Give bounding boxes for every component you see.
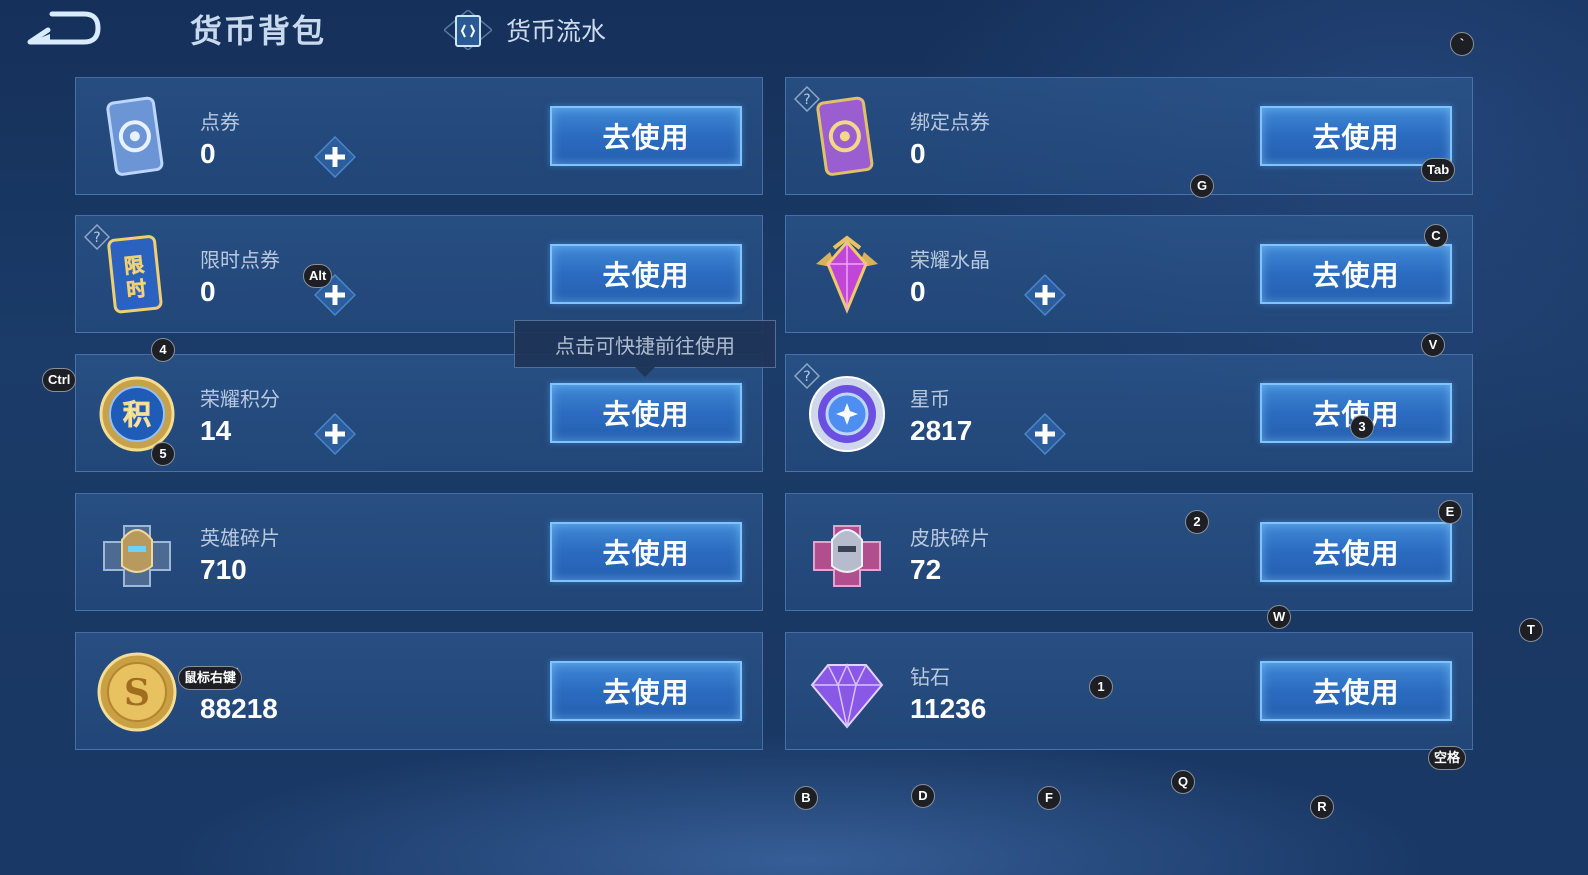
points-badge-text: 积 bbox=[123, 398, 151, 431]
hotkey-badge: T bbox=[1519, 618, 1543, 642]
use-button[interactable]: 去使用 bbox=[1260, 244, 1452, 304]
currency-name: 钻石 bbox=[910, 665, 950, 689]
back-button[interactable] bbox=[22, 8, 102, 48]
currency-name: 荣耀积分 bbox=[200, 387, 280, 411]
flow-card-icon bbox=[444, 10, 492, 50]
use-button[interactable]: 去使用 bbox=[1260, 522, 1452, 582]
skin-fragment-icon bbox=[813, 525, 881, 587]
hotkey-badge: 4 bbox=[151, 338, 175, 362]
currency-card-skin-fragment: 皮肤碎片 72 去使用 bbox=[785, 493, 1473, 611]
add-ticket-button[interactable] bbox=[314, 136, 356, 178]
hotkey-badge: D bbox=[911, 784, 935, 808]
currency-card-diamond: 钻石 11236 去使用 bbox=[785, 632, 1473, 750]
use-button[interactable]: 去使用 bbox=[550, 661, 742, 721]
currency-card-star-coin: ? 星币 2817 去使用 bbox=[785, 354, 1473, 472]
currency-name: 荣耀水晶 bbox=[910, 248, 990, 272]
currency-name: 英雄碎片 bbox=[200, 526, 280, 550]
ticket-icon bbox=[106, 96, 164, 176]
limited-badge-text-2: 时 bbox=[125, 276, 147, 302]
currency-amount: 0 bbox=[910, 138, 926, 169]
use-button[interactable]: 去使用 bbox=[550, 522, 742, 582]
hotkey-badge: B bbox=[794, 786, 818, 810]
gold-coin-icon: S bbox=[97, 652, 177, 732]
currency-name: 限时点券 bbox=[200, 248, 280, 272]
hotkey-badge: 3 bbox=[1350, 415, 1374, 439]
limited-ticket-icon: 限 时 bbox=[107, 235, 163, 314]
hotkey-badge: Q bbox=[1171, 770, 1195, 794]
hotkey-badge: 2 bbox=[1185, 510, 1209, 534]
hotkey-badge: 1 bbox=[1089, 675, 1113, 699]
gold-coin-badge-text: S bbox=[124, 672, 150, 714]
hotkey-badge: F bbox=[1037, 786, 1061, 810]
use-button[interactable]: 去使用 bbox=[1260, 661, 1452, 721]
hotkey-badge: W bbox=[1267, 605, 1292, 629]
bound-ticket-icon bbox=[816, 96, 874, 176]
use-button[interactable]: 去使用 bbox=[550, 106, 742, 166]
glory-crystal-icon bbox=[816, 235, 878, 314]
currency-name: 绑定点券 bbox=[910, 110, 990, 134]
currency-amount: 0 bbox=[910, 276, 926, 307]
currency-card-hero-fragment: 英雄碎片 710 去使用 bbox=[75, 493, 763, 611]
currency-amount: 88218 bbox=[200, 693, 278, 724]
currency-flow-tab[interactable]: 货币流水 bbox=[444, 10, 606, 50]
use-button[interactable]: 去使用 bbox=[1260, 106, 1452, 166]
hotkey-badge: Alt bbox=[303, 264, 333, 288]
currency-amount: 2817 bbox=[910, 415, 973, 446]
limited-badge-text-1: 限 bbox=[123, 252, 145, 278]
currency-card-glory-crystal: 荣耀水晶 0 去使用 bbox=[785, 215, 1473, 333]
currency-amount: 14 bbox=[200, 415, 232, 446]
page-title: 货币背包 bbox=[190, 12, 327, 50]
currency-card-glory-points: 积 荣耀积分 14 去使用 bbox=[75, 354, 763, 472]
currency-name: 皮肤碎片 bbox=[910, 526, 990, 550]
diamond-icon bbox=[810, 663, 884, 729]
add-star-coin-button[interactable] bbox=[1024, 413, 1066, 455]
star-coin-icon bbox=[809, 376, 885, 452]
back-arrow-icon bbox=[27, 11, 101, 45]
hotkey-badge: Tab bbox=[1421, 158, 1456, 182]
hotkey-badge: 5 bbox=[151, 442, 175, 466]
currency-name: 星币 bbox=[910, 387, 950, 411]
add-glory-crystal-button[interactable] bbox=[1024, 274, 1066, 316]
hotkey-badge: V bbox=[1421, 333, 1445, 357]
currency-card-gold-coin: S 金币 88218 去使用 bbox=[75, 632, 763, 750]
quick-use-tooltip: 点击可快捷前往使用 bbox=[514, 320, 776, 377]
add-glory-points-button[interactable] bbox=[314, 413, 356, 455]
hotkey-badge: 鼠标右键 bbox=[178, 666, 243, 690]
currency-amount: 11236 bbox=[910, 693, 987, 724]
tooltip-arrow bbox=[635, 367, 655, 377]
currency-amount: 0 bbox=[200, 276, 216, 307]
currency-amount: 710 bbox=[200, 554, 247, 585]
currency-name: 点券 bbox=[200, 110, 240, 134]
currency-card-bound-ticket: ? 绑定点券 0 去使用 bbox=[785, 77, 1473, 195]
currency-card-limited-ticket: ? 限 时 限时点券 0 去使用 bbox=[75, 215, 763, 333]
flow-tab-label: 货币流水 bbox=[506, 17, 607, 46]
hotkey-badge: 空格 bbox=[1428, 746, 1467, 770]
hotkey-badge: G bbox=[1190, 174, 1214, 198]
currency-card-ticket: 点券 0 去使用 bbox=[75, 77, 763, 195]
currency-amount: 0 bbox=[200, 138, 216, 169]
tooltip-text: 点击可快捷前往使用 bbox=[555, 333, 735, 358]
hotkey-badge: C bbox=[1424, 224, 1448, 248]
use-button[interactable]: 去使用 bbox=[550, 383, 742, 443]
use-button[interactable]: 去使用 bbox=[550, 244, 742, 304]
currency-amount: 72 bbox=[910, 554, 942, 585]
hotkey-badge: E bbox=[1438, 500, 1462, 524]
hotkey-badge: ` bbox=[1450, 32, 1474, 56]
hotkey-badge: R bbox=[1310, 795, 1334, 819]
hero-fragment-icon bbox=[103, 525, 171, 587]
hotkey-badge: Ctrl bbox=[42, 368, 77, 392]
